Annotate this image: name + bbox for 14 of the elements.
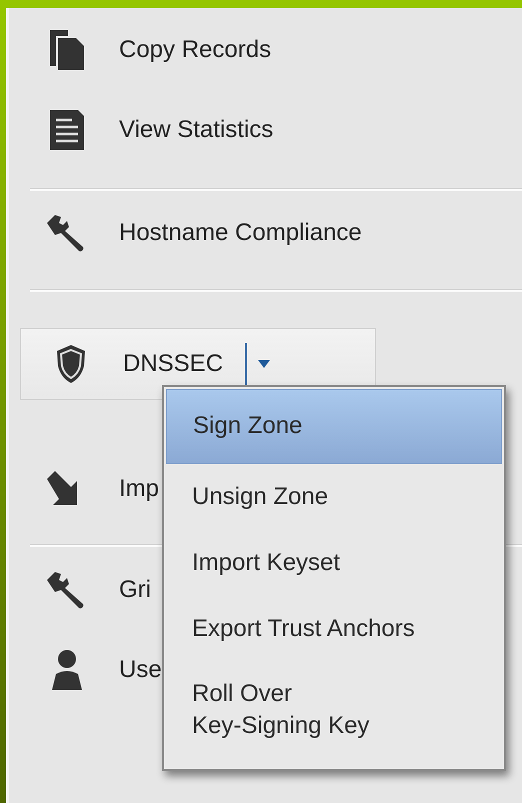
- dropdown-item[interactable]: Roll Over Key-Signing Key: [164, 662, 504, 766]
- menu-item[interactable]: Hostname Compliance: [119, 219, 362, 247]
- menu-item[interactable]: Gri: [119, 576, 151, 604]
- menu-item[interactable]: Use: [119, 656, 162, 684]
- menu-item[interactable]: Copy Records: [119, 36, 272, 64]
- dropdown-item[interactable]: Sign Zone: [166, 389, 502, 464]
- dropdown-item[interactable]: Export Trust Anchors: [164, 596, 504, 662]
- dropdown-item[interactable]: Unsign Zone: [164, 464, 504, 530]
- copy-icon: [48, 28, 86, 72]
- caret-icon[interactable]: [257, 359, 272, 369]
- menu-item[interactable]: View Statistics: [119, 116, 274, 144]
- document-icon: [48, 108, 86, 152]
- dropdown-item[interactable]: Import Keyset: [164, 530, 504, 596]
- menu-item[interactable]: Imp: [119, 475, 160, 503]
